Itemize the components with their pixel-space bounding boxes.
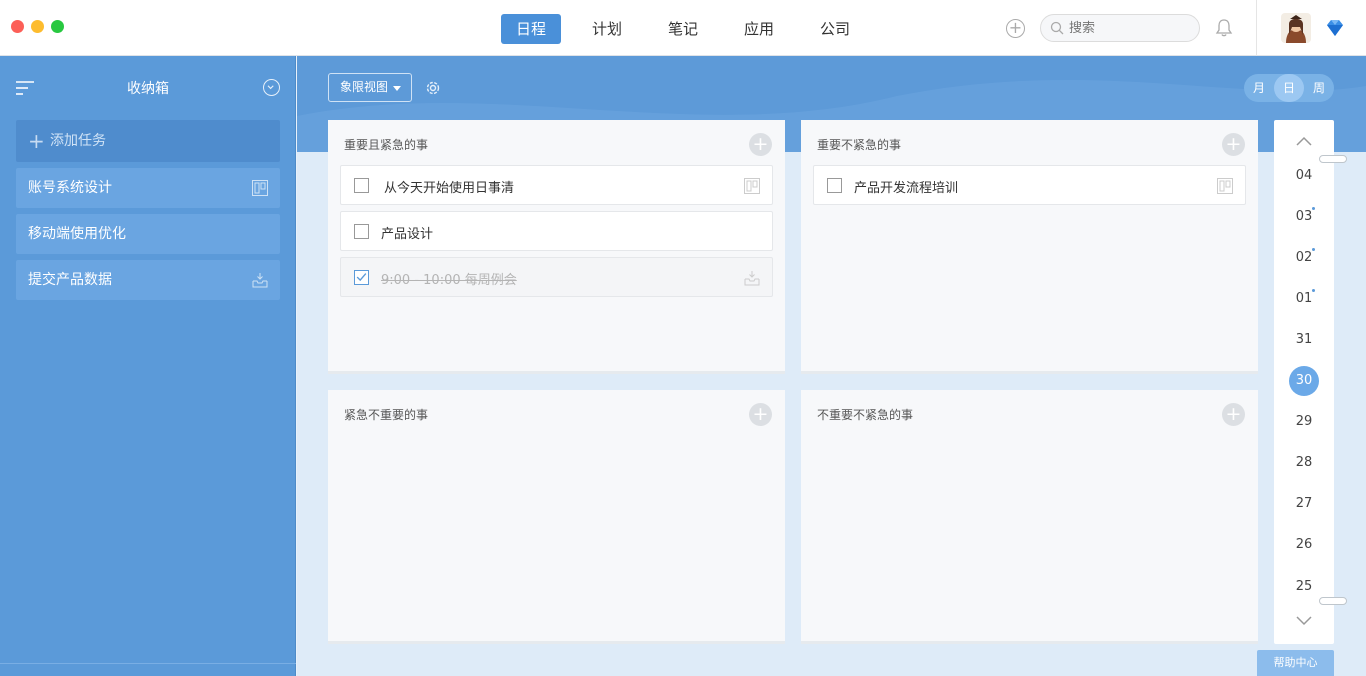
task-label: 从今天开始使用日事清 [384, 181, 515, 196]
period-switch: 月 日 周 [1244, 74, 1334, 102]
add-task-label: 添加任务 [50, 133, 106, 149]
date-item[interactable]: 31 [1274, 332, 1334, 347]
sidebar-item-label: 移动端使用优化 [28, 226, 126, 242]
help-center-button[interactable]: 帮助中心 [1257, 650, 1334, 676]
task-item[interactable]: 产品设计 [340, 211, 773, 251]
tab-apps[interactable]: 应用 [729, 14, 789, 44]
inbox-icon[interactable] [252, 272, 268, 288]
quadrant-urgent-not-important: 紧急不重要的事 + [328, 390, 785, 644]
date-item[interactable]: 27 [1274, 496, 1334, 511]
board-icon[interactable] [744, 178, 760, 194]
add-task-button[interactable]: + [749, 403, 772, 426]
quadrant-important-not-urgent: 重要不紧急的事 + 产品开发流程培训 [801, 120, 1258, 374]
view-mode-label: 象限视图 [340, 80, 389, 94]
add-task-button[interactable]: + [1222, 133, 1245, 156]
task-item[interactable]: 产品开发流程培训 [813, 165, 1246, 205]
close-window-button[interactable] [11, 20, 24, 33]
quadrant-title: 不重要不紧急的事 [817, 408, 914, 422]
sidebar-item-account-system[interactable]: 账号系统设计 [16, 168, 280, 208]
event-dot [1312, 289, 1315, 292]
quadrant-important-urgent: 重要且紧急的事 + 从今天开始使用日事清 产品设计 9:00 - 10:00 每… [328, 120, 785, 374]
caret-down-icon [393, 86, 401, 91]
task-label: 9:00 - 10:00 每周例会 [381, 273, 517, 288]
search-box [1040, 14, 1200, 42]
inbox-icon[interactable] [744, 270, 760, 286]
minimize-window-button[interactable] [31, 20, 44, 33]
maximize-window-button[interactable] [51, 20, 64, 33]
sidebar-item-submit-data[interactable]: 提交产品数据 [16, 260, 280, 300]
segment-week[interactable]: 周 [1304, 74, 1334, 102]
task-checkbox[interactable] [354, 178, 369, 193]
segment-day[interactable]: 日 [1274, 74, 1304, 102]
date-item[interactable]: 04 [1274, 168, 1334, 183]
date-item[interactable]: 28 [1274, 455, 1334, 470]
date-strip: 04 03 02 01 31 30 29 28 27 26 25 [1274, 120, 1334, 644]
view-mode-dropdown[interactable]: 象限视图 [328, 73, 412, 102]
event-dot [1312, 207, 1315, 210]
task-label: 产品开发流程培训 [854, 181, 959, 196]
plus-icon: + [28, 129, 45, 153]
avatar[interactable] [1281, 13, 1311, 43]
sidebar-item-label: 账号系统设计 [28, 180, 112, 196]
search-icon [1050, 21, 1064, 35]
add-task-button[interactable]: + [1222, 403, 1245, 426]
quadrant-title: 紧急不重要的事 [344, 408, 429, 422]
main-nav: 日程 计划 笔记 应用 公司 [501, 14, 865, 44]
divider [0, 663, 296, 664]
gear-icon[interactable] [424, 79, 442, 97]
board-icon[interactable] [1217, 178, 1233, 194]
quadrant-title: 重要且紧急的事 [344, 138, 429, 152]
menu-icon[interactable] [16, 80, 34, 96]
tab-plan[interactable]: 计划 [577, 14, 637, 44]
segment-month[interactable]: 月 [1244, 74, 1274, 102]
diamond-icon[interactable] [1325, 19, 1345, 37]
board-icon[interactable] [252, 180, 268, 196]
sidebar-item-mobile-optimize[interactable]: 移动端使用优化 [16, 214, 280, 254]
date-item[interactable]: 29 [1274, 414, 1334, 429]
date-item[interactable]: 25 [1274, 579, 1334, 594]
chevron-up-icon[interactable] [1296, 136, 1312, 146]
add-circle-icon[interactable]: + [1006, 19, 1025, 38]
chevron-down-icon[interactable] [1296, 616, 1312, 626]
date-item[interactable]: 02 [1274, 250, 1334, 265]
task-checkbox-checked[interactable] [354, 270, 369, 285]
search-input[interactable] [1069, 19, 1189, 37]
date-item[interactable]: 01 [1274, 291, 1334, 306]
binder-ring [1319, 597, 1347, 605]
date-item[interactable]: 03 [1274, 209, 1334, 224]
task-item[interactable]: 从今天开始使用日事清 [340, 165, 773, 205]
main-area: 象限视图 月 日 周 重要且紧急的事 + 从今天开始使用日事清 产品设计 9:0… [297, 56, 1366, 676]
task-label: 产品设计 [381, 227, 434, 242]
sidebar-title: 收纳箱 [127, 81, 169, 97]
task-item[interactable]: 9:00 - 10:00 每周例会 [340, 257, 773, 297]
quadrant-not-important-not-urgent: 不重要不紧急的事 + [801, 390, 1258, 644]
task-checkbox[interactable] [827, 178, 842, 193]
event-dot [1312, 248, 1315, 251]
binder-ring [1319, 155, 1347, 163]
sidebar: 收纳箱 + 添加任务 账号系统设计 移动端使用优化 提交产品数据 [0, 56, 296, 676]
task-checkbox[interactable] [354, 224, 369, 239]
add-task-button[interactable]: + [749, 133, 772, 156]
top-bar: 日程 计划 笔记 应用 公司 + [0, 0, 1366, 56]
tab-company[interactable]: 公司 [805, 14, 865, 44]
sidebar-item-label: 提交产品数据 [28, 272, 112, 288]
divider [1256, 0, 1257, 56]
tab-schedule[interactable]: 日程 [501, 14, 561, 44]
date-item[interactable]: 26 [1274, 537, 1334, 552]
add-task-button[interactable]: + 添加任务 [16, 120, 280, 162]
chevron-down-icon[interactable] [263, 79, 280, 96]
tab-notes[interactable]: 笔记 [653, 14, 713, 44]
date-item-selected[interactable]: 30 [1289, 366, 1319, 396]
bell-icon[interactable] [1214, 18, 1234, 38]
quadrant-title: 重要不紧急的事 [817, 138, 902, 152]
